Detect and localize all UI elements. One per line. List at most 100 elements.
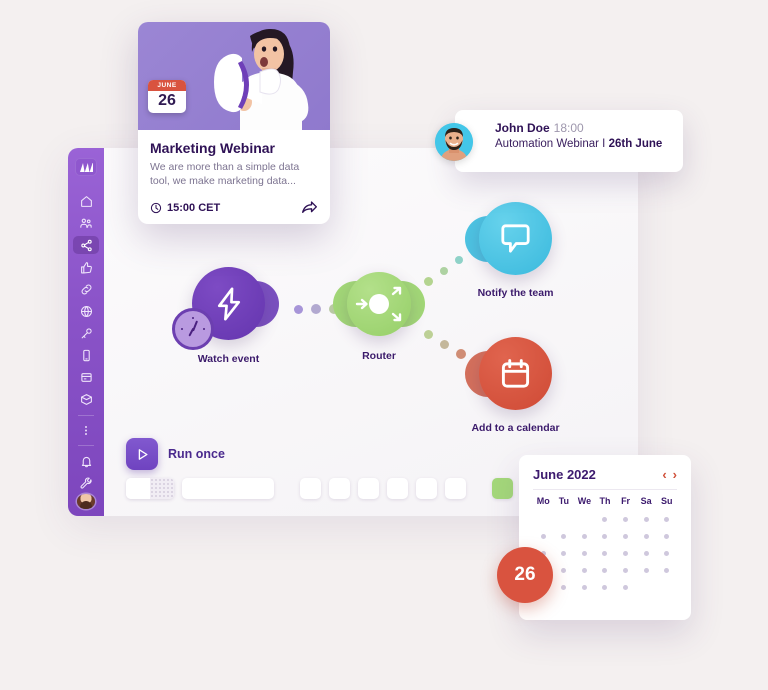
- run-once-label: Run once: [168, 447, 225, 461]
- color-swatch-green[interactable]: [492, 478, 513, 499]
- toggle-track: [150, 478, 174, 499]
- run-once-row: Run once: [126, 438, 225, 470]
- calendar-nav: ‹ ›: [662, 467, 677, 482]
- calendar-day-cell[interactable]: [615, 545, 636, 562]
- sidebar-item-connections[interactable]: [73, 280, 99, 298]
- flow-node-add-to-a-calendar[interactable]: Add to a calendar: [465, 337, 560, 434]
- calendar-empty-cell: [533, 511, 554, 528]
- calendar-day-cell[interactable]: [574, 562, 595, 579]
- sidebar-item-devices[interactable]: [73, 346, 99, 364]
- calendar-empty-cell: [636, 579, 657, 596]
- flow-node-watch-event[interactable]: Watch event: [172, 267, 279, 365]
- calendar-day-cell[interactable]: [656, 528, 677, 545]
- calendar-day-grid[interactable]: [533, 511, 677, 596]
- notification-message: Automation Webinar I 26th June: [495, 138, 671, 150]
- notification-time: 18:00: [553, 121, 584, 135]
- weekday-th: Th: [599, 496, 611, 506]
- weekday-tu: Tu: [558, 496, 570, 506]
- calendar-day-cell[interactable]: [554, 545, 575, 562]
- sidebar-item-data-stores[interactable]: [73, 368, 99, 386]
- sidebar-item-keys[interactable]: [73, 324, 99, 342]
- calendar-day-dot: [540, 534, 546, 539]
- share-arrow-icon[interactable]: [301, 200, 318, 215]
- calendar-day-dot: [623, 585, 629, 590]
- router-arrows-icon: [355, 286, 402, 322]
- calendar-day-cell[interactable]: [574, 528, 595, 545]
- run-once-button[interactable]: [126, 438, 158, 470]
- notification-message-date: 26th June: [608, 138, 663, 150]
- calendar-selected-day[interactable]: 26: [497, 547, 553, 603]
- calendar-day-dot: [643, 551, 649, 556]
- flow-dot: [294, 305, 303, 314]
- calendar-day-cell[interactable]: [533, 528, 554, 545]
- calendar-day-cell[interactable]: [554, 562, 575, 579]
- calendar-widget[interactable]: June 2022 ‹ › Mo Tu We Th Fr Sa Su 26: [497, 455, 691, 620]
- add-to-a-calendar-label: Add to a calendar: [471, 422, 560, 434]
- toolbar-square-button[interactable]: [329, 478, 350, 499]
- sidebar-item-more[interactable]: [73, 421, 99, 439]
- router-circle[interactable]: [347, 272, 411, 336]
- calendar-day-cell[interactable]: [615, 562, 636, 579]
- user-avatar[interactable]: [77, 494, 95, 510]
- calendar-day-cell[interactable]: [554, 528, 575, 545]
- play-icon: [138, 448, 148, 460]
- calendar-weekdays: Mo Tu We Th Fr Sa Su: [533, 496, 677, 506]
- toggle-knob: [126, 478, 150, 499]
- toolbar-square-button[interactable]: [300, 478, 321, 499]
- calendar-day-dot: [581, 568, 587, 573]
- calendar-day-cell[interactable]: [595, 511, 616, 528]
- calendar-day-cell[interactable]: [574, 545, 595, 562]
- sidebar-item-webhooks[interactable]: [73, 302, 99, 320]
- calendar-day-dot: [602, 534, 608, 539]
- toolbar-square-button[interactable]: [387, 478, 408, 499]
- left-sidebar: [68, 148, 104, 516]
- sidebar-item-templates[interactable]: [73, 258, 99, 276]
- toolbar-square-button[interactable]: [445, 478, 466, 499]
- marketing-webinar-card[interactable]: JUNE 26 Marketing Webinar We are more th…: [138, 22, 330, 225]
- calendar-divider: [533, 489, 677, 490]
- calendar-day-cell[interactable]: [595, 579, 616, 596]
- scheduling-toggle[interactable]: [126, 478, 174, 499]
- calendar-day-cell[interactable]: [615, 528, 636, 545]
- notification-card[interactable]: John Doe 18:00 Automation Webinar I 26th …: [435, 110, 683, 172]
- make-logo-icon[interactable]: [75, 158, 97, 177]
- calendar-day-cell[interactable]: [595, 562, 616, 579]
- toolbar-square-button[interactable]: [358, 478, 379, 499]
- calendar-day-cell[interactable]: [574, 579, 595, 596]
- toolbar-square-button[interactable]: [416, 478, 437, 499]
- webinar-time-group: 15:00 CET: [150, 202, 220, 214]
- weekday-fr: Fr: [621, 496, 631, 506]
- calendar-day-cell[interactable]: [636, 545, 657, 562]
- watch-event-circle[interactable]: [172, 267, 265, 350]
- flow-node-notify-the-team[interactable]: Notify the team: [465, 202, 553, 299]
- watch-event-label: Watch event: [197, 353, 260, 365]
- calendar-day-cell[interactable]: [615, 511, 636, 528]
- sidebar-item-data-structures[interactable]: [73, 390, 99, 408]
- sidebar-item-home[interactable]: [73, 192, 99, 210]
- calendar-day-dot: [643, 568, 649, 573]
- calendar-day-cell[interactable]: [636, 528, 657, 545]
- toolbar-pill-button[interactable]: [182, 478, 274, 499]
- calendar-day-cell[interactable]: [595, 528, 616, 545]
- calendar-day-dot: [664, 517, 670, 522]
- webinar-date-badge: JUNE 26: [148, 80, 186, 113]
- sidebar-item-scenarios[interactable]: [73, 236, 99, 255]
- chevron-right-icon[interactable]: ›: [673, 467, 677, 482]
- lightning-bolt-icon: [217, 286, 240, 321]
- sidebar-item-settings[interactable]: [73, 474, 99, 492]
- webinar-description: We are more than a simple data tool, we …: [150, 161, 300, 188]
- sidebar-item-notifications[interactable]: [73, 452, 99, 470]
- calendar-day-cell[interactable]: [636, 562, 657, 579]
- notify-the-team-circle[interactable]: [479, 202, 552, 275]
- flow-node-router[interactable]: Router: [333, 272, 425, 362]
- calendar-day-cell[interactable]: [656, 545, 677, 562]
- chevron-left-icon[interactable]: ‹: [662, 467, 666, 482]
- calendar-day-cell[interactable]: [636, 511, 657, 528]
- calendar-day-cell[interactable]: [554, 579, 575, 596]
- calendar-day-cell[interactable]: [595, 545, 616, 562]
- add-to-a-calendar-circle[interactable]: [479, 337, 552, 410]
- calendar-day-cell[interactable]: [656, 562, 677, 579]
- calendar-day-cell[interactable]: [615, 579, 636, 596]
- sidebar-item-team[interactable]: [73, 214, 99, 232]
- calendar-day-cell[interactable]: [656, 511, 677, 528]
